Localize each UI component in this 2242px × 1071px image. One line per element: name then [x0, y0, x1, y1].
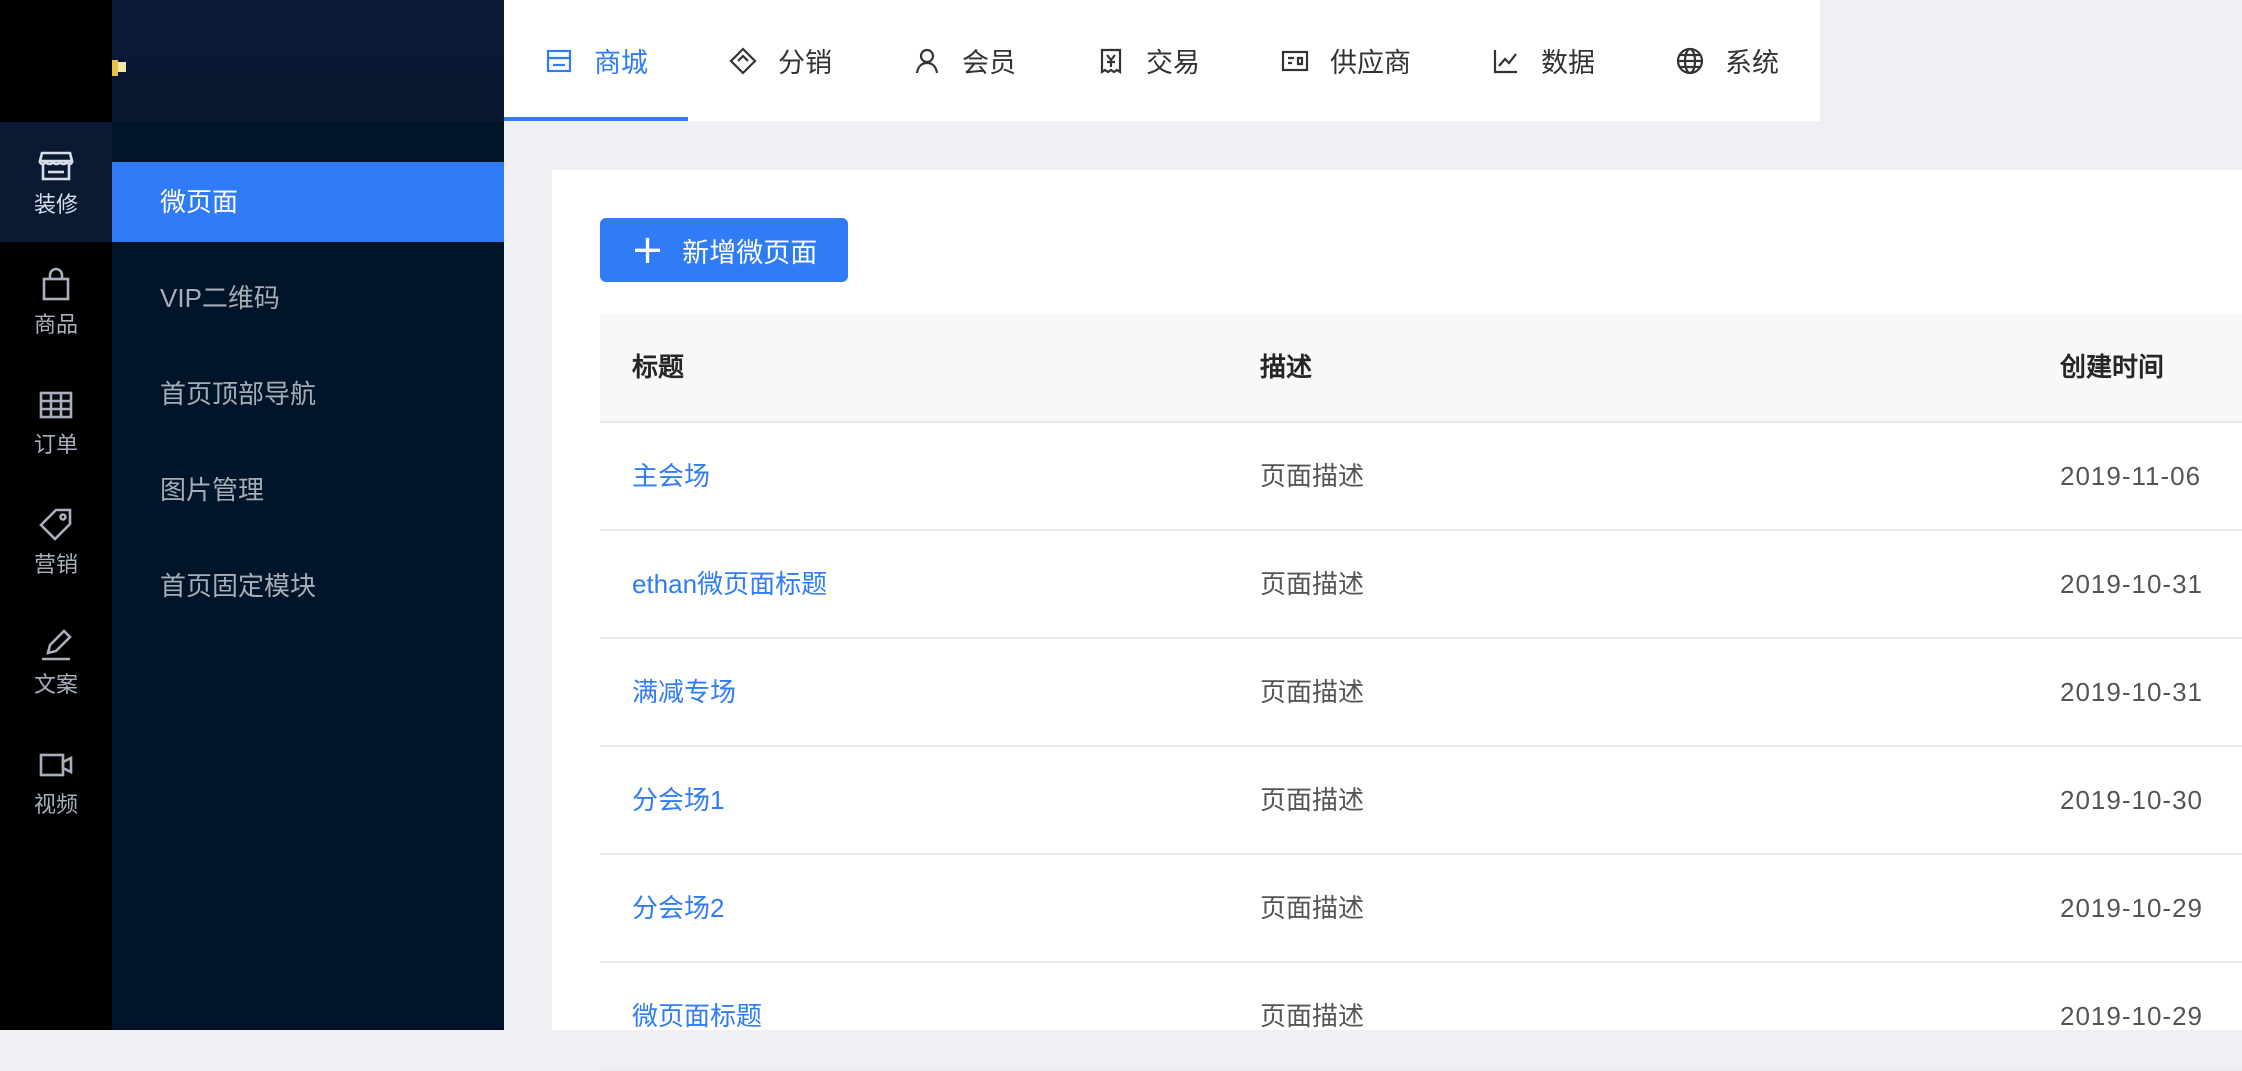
rail-item-orders[interactable]: 订单: [0, 362, 112, 482]
page-description: 页面描述: [1260, 677, 1365, 707]
rail-item-marketing[interactable]: 营销: [0, 482, 112, 602]
table-row: 分会场1 页面描述 2019-10-30: [600, 747, 2242, 855]
store-icon: [546, 49, 572, 72]
column-header-created: 创建时间: [2060, 352, 2165, 382]
top-nav-tabs: 商城 分销 会员 交易 供应商 数据 系统: [504, 0, 1820, 121]
globe-icon: [1676, 47, 1704, 74]
page-created-time: 2019-10-29: [2060, 1001, 2203, 1031]
tab-label: 交易: [1146, 48, 1200, 78]
tab-label: 商城: [594, 48, 648, 78]
page-created-time: 2019-10-31: [2060, 677, 2203, 707]
rail-item-copywriting[interactable]: 文案: [0, 602, 112, 722]
table-header: 标题 描述 创建时间: [600, 314, 2242, 423]
tag-icon: [39, 508, 72, 541]
add-button-label: 新增微页面: [682, 237, 818, 268]
sidebar-item-vip-qrcode[interactable]: VIP二维码: [112, 258, 504, 338]
rail-item-video[interactable]: 视频: [0, 722, 112, 842]
tab-system[interactable]: 系统: [1635, 0, 1819, 121]
grid-table-icon: [39, 391, 73, 419]
rail-item-label: 营销: [33, 552, 78, 577]
user-icon: [915, 48, 939, 73]
page-created-time: 2019-11-06: [2060, 461, 2202, 491]
secondary-sidebar: 微页面 VIP二维码 首页顶部导航 图片管理 首页固定模块: [112, 122, 504, 1030]
page-description: 页面描述: [1260, 893, 1365, 923]
shopping-bag-icon: [42, 267, 70, 301]
page-created-time: 2019-10-29: [2060, 893, 2203, 923]
video-camera-icon: [39, 753, 73, 777]
table-row: 满减专场 页面描述 2019-10-31: [600, 639, 2242, 747]
table-row: 分会场2 页面描述 2019-10-29: [600, 855, 2242, 963]
column-header-description: 描述: [1260, 352, 1313, 382]
page-title-link[interactable]: 微页面标题: [632, 963, 762, 1069]
sidebar-item-home-fixed-module[interactable]: 首页固定模块: [112, 546, 504, 626]
rail-item-decoration[interactable]: 装修: [0, 122, 112, 242]
tab-data[interactable]: 数据: [1451, 0, 1635, 121]
page-description: 页面描述: [1260, 785, 1365, 815]
pen-icon: [42, 629, 72, 661]
tab-label: 分销: [778, 48, 832, 78]
table-row: ethan微页面标题 页面描述 2019-10-31: [600, 531, 2242, 639]
page-created-time: 2019-10-31: [2060, 569, 2203, 599]
tab-label: 数据: [1541, 48, 1595, 78]
content-card: + 新增微页面 标题 描述 创建时间 主会场 页面描述 2019-11-06 e…: [552, 170, 2242, 1071]
tab-suppliers[interactable]: 供应商: [1240, 0, 1451, 121]
page-title-link[interactable]: 主会场: [632, 423, 710, 529]
yen-receipt-icon: [1100, 48, 1122, 74]
page-description: 页面描述: [1260, 1001, 1365, 1031]
sidebar-item-home-top-nav[interactable]: 首页顶部导航: [112, 354, 504, 434]
tab-label: 会员: [962, 48, 1016, 78]
rail-item-products[interactable]: 商品: [0, 242, 112, 362]
tab-mall[interactable]: 商城: [504, 0, 688, 121]
rail-item-label: 订单: [33, 432, 78, 457]
primary-nav-items: 装修 商品 订单 营销 文案 视频: [0, 122, 112, 842]
table-row: 主会场 页面描述 2019-11-06: [600, 423, 2242, 531]
rail-item-label: 商品: [33, 312, 78, 337]
sidebar-item-image-management[interactable]: 图片管理: [112, 450, 504, 530]
rail-item-label: 装修: [33, 192, 78, 217]
table-row: 微页面标题 页面描述 2019-10-29: [600, 963, 2242, 1071]
plus-icon: +: [630, 227, 665, 273]
page-description: 页面描述: [1260, 569, 1365, 599]
sidebar-item-micro-page[interactable]: 微页面: [112, 162, 504, 242]
tab-label: 系统: [1725, 48, 1779, 78]
tab-transactions[interactable]: 交易: [1056, 0, 1240, 121]
line-chart-icon: [1493, 49, 1517, 73]
page-description: 页面描述: [1260, 461, 1365, 491]
add-micro-page-button[interactable]: + 新增微页面: [600, 218, 848, 282]
tab-distribution[interactable]: 分销: [688, 0, 872, 121]
diamond-icon: [729, 46, 757, 75]
page-title-link[interactable]: ethan微页面标题: [632, 531, 827, 637]
page-title-link[interactable]: 分会场2: [632, 855, 724, 961]
tab-members[interactable]: 会员: [872, 0, 1056, 121]
page-title-link[interactable]: 满减专场: [632, 639, 736, 745]
page-title-link[interactable]: 分会场1: [632, 747, 724, 853]
page-created-time: 2019-10-30: [2060, 785, 2203, 815]
rail-item-label: 文案: [33, 672, 78, 697]
tab-label: 供应商: [1330, 48, 1411, 78]
rail-item-label: 视频: [33, 792, 78, 817]
micro-page-table: 标题 描述 创建时间 主会场 页面描述 2019-11-06 ethan微页面标…: [600, 314, 2242, 1071]
store-icon: [38, 151, 74, 181]
id-card-icon: [1281, 50, 1309, 71]
column-header-title: 标题: [632, 352, 685, 382]
